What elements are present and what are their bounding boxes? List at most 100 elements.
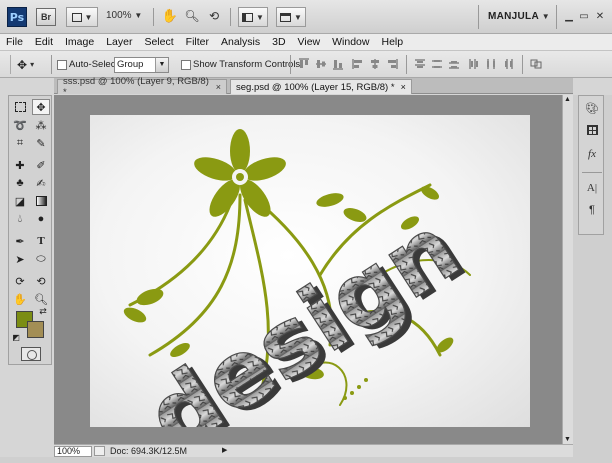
default-colors-icon[interactable]: ◩ xyxy=(11,332,21,342)
menu-edit[interactable]: Edit xyxy=(35,36,53,48)
align-vertical-centers-icon[interactable] xyxy=(315,58,327,70)
menu-filter[interactable]: Filter xyxy=(186,36,209,48)
clone-stamp-tool-icon[interactable]: ♣ xyxy=(11,175,29,191)
chevron-down-icon: ▼ xyxy=(84,12,93,22)
pen-tool-icon[interactable]: ✒ xyxy=(11,233,29,249)
magic-wand-tool-icon[interactable]: ⁂ xyxy=(32,117,50,133)
dodge-tool-icon[interactable]: ● xyxy=(32,211,50,227)
show-transform-controls-checkbox[interactable] xyxy=(181,60,191,70)
lasso-tool-icon[interactable]: ➰ xyxy=(11,117,29,133)
crop-tool-icon[interactable]: ⌗ xyxy=(11,135,29,151)
vertical-scrollbar[interactable]: ▲ ▼ xyxy=(562,95,573,444)
menu-3d[interactable]: 3D xyxy=(272,36,285,48)
menu-file[interactable]: File xyxy=(6,36,23,48)
3d-orbit-tool-icon[interactable]: ⟲ xyxy=(32,273,50,289)
marquee-tool-icon[interactable] xyxy=(11,99,29,115)
menu-select[interactable]: Select xyxy=(144,36,173,48)
distribute-top-edges-icon[interactable] xyxy=(414,58,426,70)
gradient-tool-icon[interactable] xyxy=(32,193,50,209)
tab-sss-psd[interactable]: sss.psd @ 100% (Layer 9, RGB/8) * × xyxy=(57,76,227,98)
separator xyxy=(51,55,52,74)
photoshop-logo[interactable]: Ps xyxy=(7,7,27,27)
swap-colors-icon[interactable]: ⇄ xyxy=(37,306,49,316)
arrange-documents-button[interactable]: ▼ xyxy=(238,7,268,27)
swatches-grid-icon[interactable] xyxy=(583,122,601,138)
move-tool-icon[interactable]: ✥ xyxy=(32,99,50,115)
paragraph-panel-icon[interactable]: ¶ xyxy=(583,202,601,218)
stone-text-face: design xyxy=(128,194,476,427)
3d-rotate-tool-icon[interactable]: ⟳ xyxy=(11,273,29,289)
close-icon[interactable]: × xyxy=(216,82,221,92)
hand-tool-icon[interactable]: ✋ xyxy=(162,8,178,23)
chevron-down-icon: ▼ xyxy=(134,11,143,20)
menu-view[interactable]: View xyxy=(298,36,321,48)
history-brush-tool-icon[interactable]: ✍ xyxy=(32,175,50,191)
auto-select-target-value: Group xyxy=(117,59,144,70)
options-bar: ✥ ▾ Auto-Select: Group ▼ Show Transform Co… xyxy=(0,51,612,78)
document-canvas[interactable]: design design xyxy=(90,115,530,427)
status-menu-arrow[interactable]: ▶ xyxy=(222,446,227,454)
auto-select-label: Auto-Select: xyxy=(69,59,121,70)
character-panel-icon[interactable]: A| xyxy=(583,180,601,196)
panel-dock: 🎨︎ fx A| ¶ xyxy=(578,95,604,235)
color-palette-icon[interactable]: 🎨︎ xyxy=(583,100,601,116)
align-right-edges-icon[interactable] xyxy=(386,58,398,70)
workspace-switcher[interactable]: MANJULA ▼ xyxy=(488,11,550,22)
align-left-edges-icon[interactable] xyxy=(352,58,364,70)
chevron-down-icon: ▾ xyxy=(30,60,35,69)
distribute-vertical-centers-icon[interactable] xyxy=(431,58,443,70)
shape-tool-icon[interactable]: ⬭ xyxy=(32,251,50,267)
separator xyxy=(556,5,557,29)
tools-panel: ✥ ➰ ⁂ ⌗ ✎ ✚ ✐ ♣ ✍ ◪ 💧︎ ● ✒ T ➤ ⬭ ⟳ ⟲ ✋ 🔍… xyxy=(8,95,52,365)
auto-align-layers-icon[interactable] xyxy=(530,58,542,70)
tab-seg-psd[interactable]: seg.psd @ 100% (Layer 15, RGB/8) * × xyxy=(230,79,412,94)
options-grip xyxy=(10,55,11,74)
align-horizontal-centers-icon[interactable] xyxy=(369,58,381,70)
eraser-tool-icon[interactable]: ◪ xyxy=(11,193,29,209)
type-tool-icon[interactable]: T xyxy=(32,233,50,249)
styles-fx-icon[interactable]: fx xyxy=(583,146,601,162)
zoom-tool-icon[interactable]: 🔍︎ xyxy=(184,9,199,23)
distribute-right-edges-icon[interactable] xyxy=(502,58,514,70)
blur-tool-icon[interactable]: 💧︎ xyxy=(11,211,29,227)
path-selection-tool-icon[interactable]: ➤ xyxy=(11,251,29,267)
scroll-up-arrow[interactable]: ▲ xyxy=(564,96,571,103)
menu-window[interactable]: Window xyxy=(332,36,369,48)
menu-image[interactable]: Image xyxy=(65,36,94,48)
zoom-level-input[interactable]: 100% xyxy=(54,446,92,457)
rotate-view-icon[interactable]: ⟲ xyxy=(207,9,221,23)
zoom-level-dropdown[interactable]: 100% ▼ xyxy=(106,10,142,21)
align-top-edges-icon[interactable] xyxy=(298,58,310,70)
menu-help[interactable]: Help xyxy=(381,36,403,48)
tool-preset-picker[interactable]: ✥ ▾ xyxy=(17,56,43,73)
minimize-icon[interactable]: ▁ xyxy=(563,10,575,22)
align-bottom-edges-icon[interactable] xyxy=(332,58,344,70)
close-icon[interactable]: × xyxy=(401,82,406,92)
status-options-icon[interactable] xyxy=(94,446,105,456)
background-color-swatch[interactable] xyxy=(27,321,44,338)
brush-tool-icon[interactable]: ✐ xyxy=(32,157,50,173)
healing-brush-tool-icon[interactable]: ✚ xyxy=(11,157,29,173)
hand-tool-icon[interactable]: ✋ xyxy=(11,291,29,307)
menu-analysis[interactable]: Analysis xyxy=(221,36,260,48)
auto-select-target-dropdown[interactable]: Group ▼ xyxy=(114,57,169,73)
auto-select-checkbox[interactable] xyxy=(57,60,67,70)
quick-mask-button[interactable] xyxy=(21,347,41,361)
distribute-bottom-edges-icon[interactable] xyxy=(448,58,460,70)
distribute-left-edges-icon[interactable] xyxy=(468,58,480,70)
distribute-horizontal-centers-icon[interactable] xyxy=(485,58,497,70)
eyedropper-tool-icon[interactable]: ✎ xyxy=(32,135,50,151)
show-transform-controls-label: Show Transform Controls xyxy=(193,59,301,70)
view-extras-button[interactable]: ▼ xyxy=(66,7,98,27)
bridge-button[interactable]: Br xyxy=(36,8,56,26)
menu-layer[interactable]: Layer xyxy=(106,36,132,48)
maximize-icon[interactable]: ▭ xyxy=(578,10,590,22)
scroll-down-arrow[interactable]: ▼ xyxy=(564,436,571,443)
screen-mode-button[interactable]: ▼ xyxy=(276,7,306,27)
layout-icon xyxy=(242,12,254,22)
separator xyxy=(290,55,291,74)
zoom-level-value: 100% xyxy=(106,10,132,21)
document-size-info: Doc: 694.3K/12.5M xyxy=(110,446,188,456)
close-icon[interactable]: ✕ xyxy=(594,10,606,22)
canvas-workspace[interactable]: design design xyxy=(54,95,562,444)
